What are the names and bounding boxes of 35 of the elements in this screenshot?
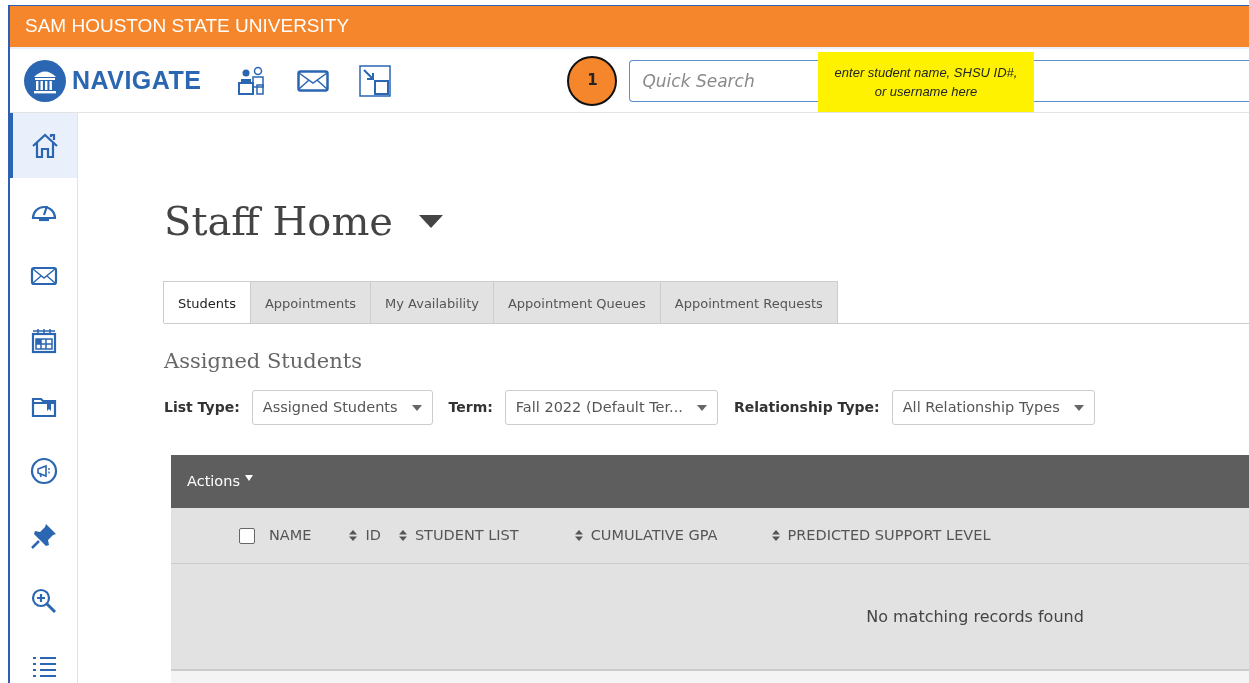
mail-icon[interactable] — [297, 69, 330, 92]
column-header[interactable]: STUDENT LIST — [414, 524, 519, 547]
column-header[interactable]: CUMULATIVE GPA — [590, 524, 718, 547]
tab[interactable]: Appointments — [249, 281, 372, 323]
filter-dropdown[interactable]: All Relationship Types — [891, 390, 1095, 425]
tab[interactable]: My Availability — [370, 281, 494, 323]
empty-table-message: No matching records found — [865, 605, 1084, 628]
sort-icon[interactable] — [398, 530, 407, 541]
column-header[interactable]: PREDICTED SUPPORT LEVEL — [787, 524, 991, 547]
filter-dropdown[interactable]: Fall 2022 (Default Ter... — [504, 390, 718, 425]
sort-icon[interactable] — [349, 530, 358, 541]
caret-icon[interactable] — [419, 214, 444, 228]
caret-icon — [244, 474, 253, 481]
resize-icon[interactable] — [359, 64, 392, 97]
filter-dropdown[interactable]: Assigned Students — [251, 390, 433, 425]
tab[interactable]: Appointment Queues — [492, 281, 661, 323]
brand-name: NAVIGATE — [72, 64, 202, 96]
step-number-marker: 1 — [567, 55, 618, 106]
tab[interactable]: Students — [163, 281, 251, 323]
filter-label: List Type: — [164, 398, 240, 417]
section-title: Assigned Students — [164, 347, 363, 375]
university-banner-title: SAM HOUSTON STATE UNIVERSITY — [25, 14, 350, 39]
filter-label: Term: — [448, 398, 493, 417]
column-header[interactable]: NAME — [269, 524, 312, 547]
column-header[interactable]: ID — [365, 524, 381, 547]
filter-label: Relationship Type: — [733, 398, 880, 417]
select-all-checkbox[interactable] — [239, 527, 255, 544]
building-logo-icon — [24, 59, 66, 102]
tab[interactable]: Appointment Requests — [659, 281, 838, 323]
callout-note: enter student name, SHSU ID#, or username here — [818, 52, 1034, 112]
megaphone-icon[interactable] — [28, 455, 59, 486]
page-title: Staff Home — [164, 197, 394, 246]
actions-menu-button[interactable]: Actions — [187, 470, 253, 493]
sort-icon[interactable] — [574, 530, 583, 541]
sort-icon[interactable] — [771, 530, 780, 541]
